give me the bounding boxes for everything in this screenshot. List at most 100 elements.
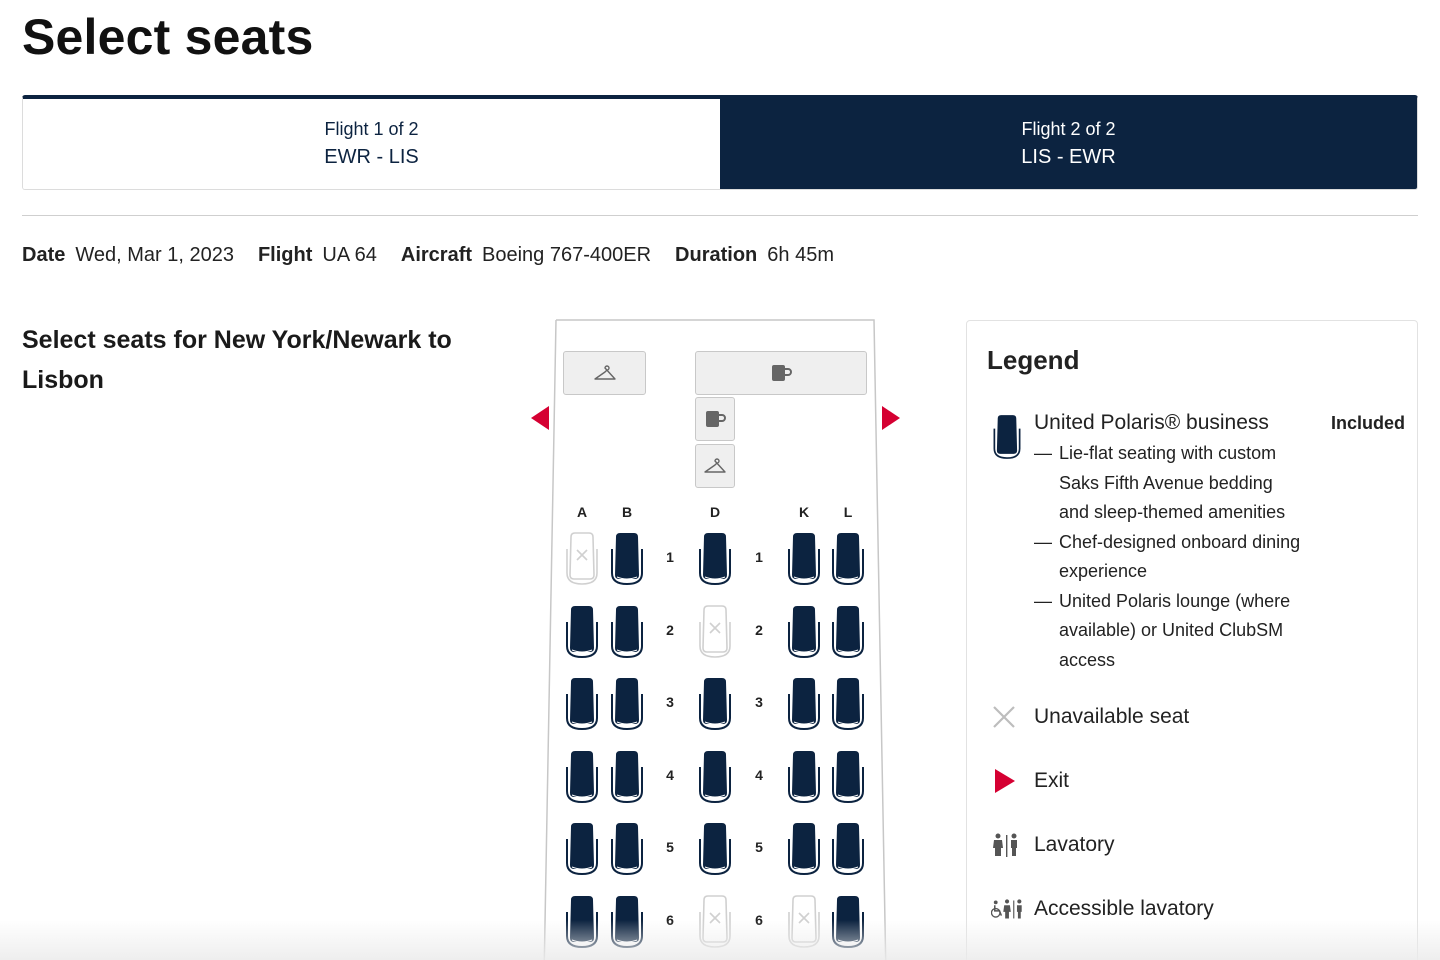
row-number-2-right: 2 [755,621,763,638]
row-number-6-right: 6 [755,912,763,928]
exit-icon-left [531,406,549,430]
legend-lavatory: Lavatory [991,830,1115,860]
row-number-1-right: 1 [755,549,763,565]
row-number-2-left: 2 [666,621,674,638]
column-label-k: K [798,504,810,520]
seat-4k[interactable] [785,749,823,805]
exit-icon-right [882,406,900,430]
seat-5d[interactable] [696,821,734,877]
seat-2l[interactable] [829,604,867,660]
legend-panel: Legend United Polaris® business Included… [966,320,1418,960]
galley-icon [772,365,792,381]
lavatory-icon [993,833,1017,857]
legend-unavailable-label: Unavailable seat [1034,705,1190,728]
cabin-name: United Polaris® business [1034,411,1269,434]
seat-6a[interactable] [563,894,601,950]
galley-icon [706,411,726,427]
legend-accessible-lavatory: Accessible lavatory [991,894,1214,924]
feature-item: — Lie-flat seating with custom Saks Fifth… [1034,439,1304,528]
business-seat-icon [993,415,1021,459]
date-label: Date [22,244,66,266]
route-heading: Select seats for New York/Newark to Lisb… [22,326,452,394]
seat-4d[interactable] [696,749,734,805]
legend-lavatory-label: Lavatory [1034,833,1115,856]
feature-item: — United Polaris lounge (where available)… [1034,587,1304,676]
seat-1d[interactable] [696,531,734,587]
seat-6k-unavailable [785,894,823,950]
column-label-a: A [576,504,588,520]
aircraft-value: Boeing 767-400ER [482,244,652,266]
row-number-5-left: 5 [666,839,674,856]
closet-box-center [695,444,735,488]
row-number-5-right: 5 [755,839,763,856]
seat-6b[interactable] [608,894,646,950]
info-aircraft: Aircraft Boeing 767-400ER [401,244,651,267]
duration-value: 6h 45m [767,244,834,266]
seat-3d[interactable] [696,676,734,732]
page-title: Select seats [22,9,314,65]
seat-2d-unavailable [696,604,734,660]
seat-map: A B D K L 1 1 2 2 3 3 4 4 5 5 6 6 [530,318,902,960]
galley-box-top [695,351,867,395]
seat-1b[interactable] [608,531,646,587]
seat-5a[interactable] [563,821,601,877]
tab-flight-2-sub: Flight 2 of 2 [1021,119,1116,139]
seat-1a-unavailable [563,531,601,587]
galley-box-small [695,397,735,441]
aircraft-label: Aircraft [400,244,473,266]
flight-label: Flight [257,244,313,266]
feature-dash: — [1034,590,1052,611]
date-value: Wed, Mar 1, 2023 [75,244,234,266]
seat-4l[interactable] [829,749,867,805]
feature-dash: — [1034,531,1052,552]
seat-2b[interactable] [608,604,646,660]
tab-flight-1-route: EWR - LIS [324,146,419,168]
feature-text: Chef-designed onboard dining experience [1059,531,1301,582]
legend-exit-label: Exit [1034,769,1070,792]
closet-icon [593,365,616,380]
exit-icon [995,769,1015,793]
tab-flight-1[interactable]: Flight 1 of 2 EWR - LIS [23,99,720,189]
seat-1l[interactable] [829,531,867,587]
seat-4b[interactable] [608,749,646,805]
feature-text: Lie-flat seating with custom Saks Fifth … [1059,443,1286,522]
seat-5k[interactable] [785,821,823,877]
seat-2a[interactable] [563,604,601,660]
row-number-3-right: 3 [755,694,763,711]
seat-5b[interactable] [608,821,646,877]
tab-flight-2-route: LIS - EWR [1021,146,1116,168]
row-number-4-right: 4 [755,766,763,783]
column-label-b: B [621,504,633,520]
legend-unavailable: Unavailable seat [991,702,1189,732]
seat-5l[interactable] [829,821,867,877]
column-label-d: D [709,504,721,520]
flight-info: Date Wed, Mar 1, 2023 Flight UA 64 Aircraf… [22,244,858,267]
tab-flight-2[interactable]: Flight 2 of 2 LIS - EWR [720,99,1417,189]
info-date: Date Wed, Mar 1, 2023 [22,244,234,267]
seat-2k[interactable] [785,604,823,660]
seat-3b[interactable] [608,676,646,732]
row-number-3-left: 3 [666,694,674,711]
row-number-4-left: 4 [666,766,674,783]
column-label-l: L [843,504,853,520]
seat-1k[interactable] [785,531,823,587]
cabin-price: Included [1330,413,1405,433]
cabin-features: — Lie-flat seating with custom Saks Fifth… [1034,439,1304,675]
row-number-6-left: 6 [666,912,674,928]
flight-value: UA 64 [322,244,377,266]
seat-6l[interactable] [829,894,867,950]
feature-item: — Chef-designed onboard dining experience [1034,528,1304,587]
unavailable-x-icon [993,706,1015,728]
seat-3l[interactable] [829,676,867,732]
seat-3k[interactable] [785,676,823,732]
seat-3a[interactable] [563,676,601,732]
seat-4a[interactable] [563,749,601,805]
flight-tabs: Flight 1 of 2 EWR - LIS Flight 2 of 2 LI… [22,95,1418,190]
info-duration: Duration 6h 45m [675,244,834,267]
legend-exit: Exit [991,766,1069,796]
legend-title: Legend [987,345,1080,375]
closet-box-left [563,351,646,395]
feature-text: United Polaris lounge (where available) … [1059,590,1291,670]
tab-flight-1-sub: Flight 1 of 2 [324,119,419,139]
legend-accessible-lavatory-label: Accessible lavatory [1034,897,1214,920]
